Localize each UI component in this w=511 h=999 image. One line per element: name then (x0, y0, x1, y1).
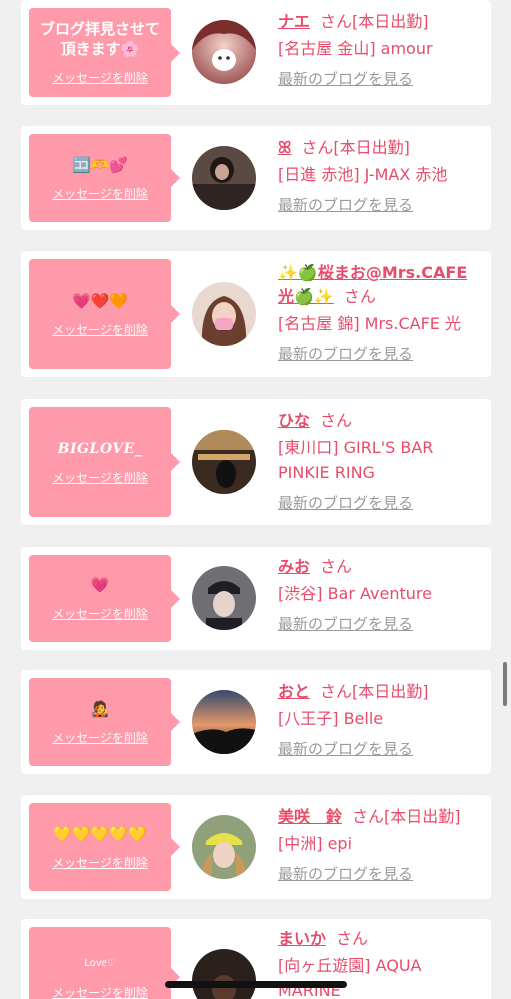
latest-blog-link[interactable]: 最新のブログを見る (278, 69, 481, 89)
delete-message-link[interactable]: メッセージを削除 (52, 854, 148, 871)
delete-message-link[interactable]: メッセージを削除 (52, 729, 148, 746)
honorific: さん (320, 12, 353, 31)
profile-name-link[interactable]: まいか (278, 929, 326, 948)
shop-text: [向ヶ丘遊園] AQUA MARINE (278, 956, 422, 999)
shop-text: [日進 赤池] J-MAX 赤池 (278, 165, 448, 184)
message-bubble: BIGLOVE_ メッセージを削除 (29, 407, 180, 517)
message-text: ᒪovᥱ♡ (84, 957, 116, 969)
shop-text: [名古屋 金山] amour (278, 39, 433, 58)
avatar[interactable] (192, 949, 256, 999)
delete-message-link[interactable]: メッセージを削除 (52, 605, 148, 622)
message-text: 💛💛💛💛💛 (53, 824, 147, 843)
avatar[interactable] (192, 146, 256, 210)
shop-text: [東川口] GIRL'S BAR PINKIE RING (278, 438, 434, 482)
latest-blog-link[interactable]: 最新のブログを見る (278, 195, 481, 215)
honorific: さん (320, 557, 353, 576)
list-item: 💗 メッセージを削除 みお さん [渋谷] Bar Aventure 最新のブログ… (21, 547, 491, 650)
honorific: さん (352, 807, 385, 826)
avatar[interactable] (192, 690, 256, 754)
honorific: さん (336, 929, 369, 948)
message-bubble: ᒪovᥱ♡ メッセージを削除 (29, 927, 180, 999)
latest-blog-link[interactable]: 最新のブログを見る (278, 739, 481, 759)
honorific: さん (343, 287, 376, 306)
delete-message-link[interactable]: メッセージを削除 (52, 984, 148, 999)
message-bubble: 🈁🫶💕 メッセージを削除 (29, 134, 180, 222)
list-item: 💛💛💛💛💛 メッセージを削除 美咲 鈴さん[本日出勤] [中洲] epi 最新の… (21, 795, 491, 899)
status-text: [本日出勤] (333, 138, 410, 157)
list-item: 🧑‍🎤 メッセージを削除 おと さん[本日出勤] [八王子] Belle 最新のブ… (21, 670, 491, 774)
delete-message-link[interactable]: メッセージを削除 (52, 321, 148, 338)
profile-name-link[interactable]: みお (278, 557, 310, 576)
message-bubble: ブログ拝見させて頂きます🌸 メッセージを削除 (29, 8, 180, 97)
profile-name-link[interactable]: ひな (278, 411, 310, 430)
delete-message-link[interactable]: メッセージを削除 (52, 469, 148, 486)
message-bubble: 💗❤️🧡 メッセージを削除 (29, 259, 180, 369)
message-bubble: 🧑‍🎤 メッセージを削除 (29, 678, 180, 766)
shop-text: [八王子] Belle (278, 709, 384, 728)
profile-name-link[interactable]: 美咲 鈴 (278, 807, 342, 826)
avatar[interactable] (192, 566, 256, 630)
status-text: [本日出勤] (384, 807, 461, 826)
honorific: さん (301, 138, 334, 157)
message-bubble: 💗 メッセージを削除 (29, 555, 180, 642)
latest-blog-link[interactable]: 最新のブログを見る (278, 864, 481, 884)
honorific: さん (320, 411, 353, 430)
avatar[interactable] (192, 20, 256, 84)
status-text: [本日出勤] (352, 682, 429, 701)
avatar[interactable] (192, 430, 256, 494)
list-item: 💗❤️🧡 メッセージを削除 ✨🍏桜まお@Mrs.CAFE光🍏✨ さん [名古屋 錦… (21, 251, 491, 377)
shop-text: [渋谷] Bar Aventure (278, 584, 432, 603)
delete-message-link[interactable]: メッセージを削除 (52, 185, 148, 202)
list-item: 🈁🫶💕 メッセージを削除 ꕤ さん[本日出勤] [日進 赤池] J-MAX 赤池 … (21, 126, 491, 230)
shop-text: [名古屋 錦] Mrs.CAFE 光 (278, 314, 461, 333)
profile-name-link[interactable]: おと (278, 682, 310, 701)
message-bubble: 💛💛💛💛💛 メッセージを削除 (29, 803, 180, 891)
honorific: さん (320, 682, 353, 701)
latest-blog-link[interactable]: 最新のブログを見る (278, 493, 481, 513)
message-text: ブログ拝見させて頂きます🌸 (39, 20, 160, 58)
message-text: BIGLOVE_ (57, 440, 143, 457)
message-text: 🈁🫶💕 (71, 155, 129, 174)
status-text: [本日出勤] (352, 12, 429, 31)
latest-blog-link[interactable]: 最新のブログを見る (278, 344, 481, 364)
avatar[interactable] (192, 282, 256, 346)
delete-message-link[interactable]: メッセージを削除 (52, 69, 148, 86)
list-item: BIGLOVE_ メッセージを削除 ひな さん [東川口] GIRL'S BAR … (21, 399, 491, 525)
list-item: ブログ拝見させて頂きます🌸 メッセージを削除 ナエ さん[本日出勤] [名古屋 金… (21, 0, 491, 105)
profile-name-link[interactable]: ナエ (278, 12, 310, 31)
home-indicator[interactable] (165, 981, 347, 988)
avatar[interactable] (192, 815, 256, 879)
shop-text: [中洲] epi (278, 834, 353, 853)
message-text: 💗❤️🧡 (71, 291, 129, 310)
latest-blog-link[interactable]: 最新のブログを見る (278, 614, 481, 634)
message-text: 💗 (90, 576, 110, 594)
message-list: ブログ拝見させて頂きます🌸 メッセージを削除 ナエ さん[本日出勤] [名古屋 金… (0, 0, 511, 999)
message-text: 🧑‍🎤 (90, 699, 110, 718)
profile-name-link[interactable]: ꕤ (278, 138, 291, 157)
scrollbar-thumb[interactable] (503, 662, 507, 706)
